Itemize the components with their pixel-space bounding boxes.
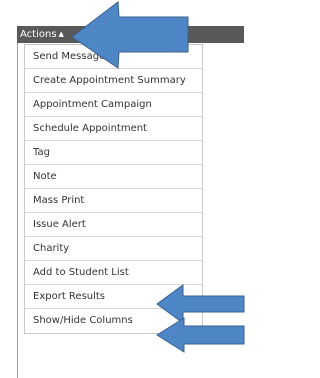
arrow-to-export-results — [156, 317, 245, 353]
pointer-arrow-icon-actions — [71, 1, 245, 353]
arrow-to-actions — [71, 1, 189, 69]
arrow-to-add-to-student-list — [156, 284, 245, 324]
